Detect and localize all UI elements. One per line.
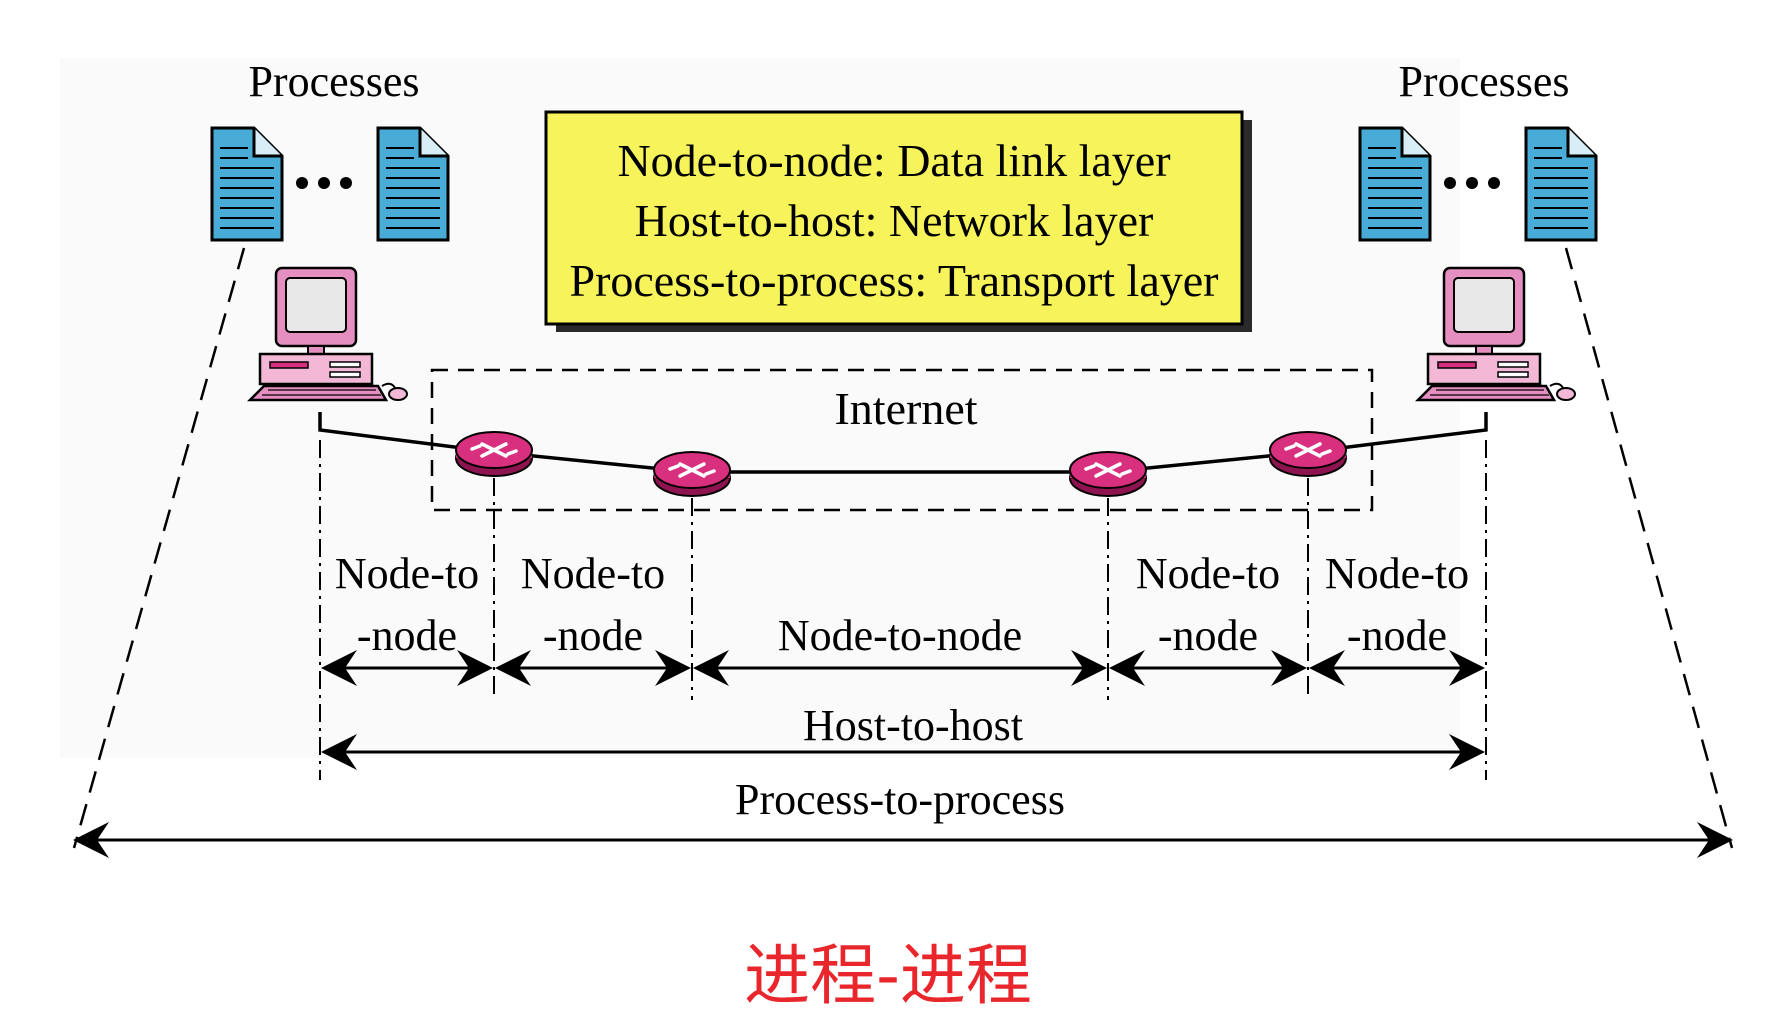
- segment-3-label: Node-to-node: [778, 611, 1022, 660]
- router-icon: [1068, 450, 1148, 498]
- document-icon: [1524, 126, 1598, 242]
- caption-text: 进程-进程: [744, 937, 1032, 1014]
- layer-legend-box: Node-to-node: Data link layer Host-to-ho…: [544, 110, 1252, 332]
- router-icon: [1268, 430, 1348, 478]
- process-to-process-diagram: Processes Processes Node-to-node: Data l…: [60, 57, 1734, 1014]
- legend-line-transport: Process-to-process: Transport layer: [569, 255, 1218, 306]
- segment-4-label-top: Node-to: [1136, 549, 1280, 598]
- processes-label-left: Processes: [248, 57, 419, 106]
- processes-label-right: Processes: [1398, 57, 1569, 106]
- segment-1-label-top: Node-to: [335, 549, 479, 598]
- segment-1-label-bottom: -node: [357, 611, 457, 660]
- internet-label: Internet: [834, 383, 977, 434]
- document-icon: [1358, 126, 1432, 242]
- process-to-process-label: Process-to-process: [735, 775, 1065, 824]
- document-icon: [376, 126, 450, 242]
- document-icon: [210, 126, 284, 242]
- segment-2-label-top: Node-to: [521, 549, 665, 598]
- segment-5-label-top: Node-to: [1325, 549, 1469, 598]
- segment-5-label-bottom: -node: [1347, 611, 1447, 660]
- segment-4-label-bottom: -node: [1158, 611, 1258, 660]
- host-to-host-label: Host-to-host: [803, 701, 1023, 750]
- legend-line-network: Host-to-host: Network layer: [635, 195, 1154, 246]
- router-icon: [454, 430, 534, 478]
- ellipsis-icon: [296, 177, 352, 189]
- router-icon: [652, 450, 732, 498]
- ellipsis-icon: [1444, 177, 1500, 189]
- legend-line-data-link: Node-to-node: Data link layer: [617, 135, 1170, 186]
- segment-2-label-bottom: -node: [543, 611, 643, 660]
